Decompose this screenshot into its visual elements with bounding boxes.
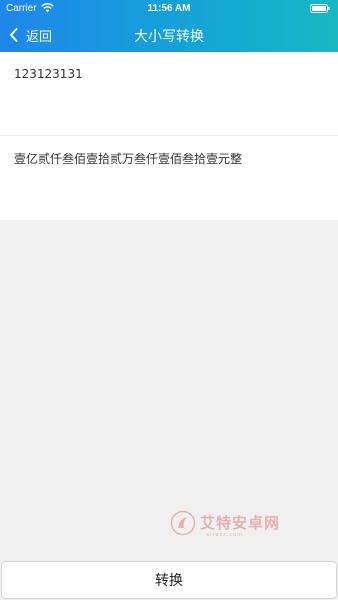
page-title: 大小写转换 (134, 29, 204, 45)
status-time: 11:56 AM (147, 3, 191, 14)
number-input-value: 123123131 (14, 67, 83, 81)
battery-icon (310, 4, 330, 13)
watermark-sub: aitezz.com (206, 532, 244, 538)
convert-button[interactable]: 转换 (1, 561, 337, 599)
app-header: Carrier 11:56 AM 返回 大小写转换 (0, 0, 338, 52)
watermark: 艾特安卓网 aitezz.com (170, 508, 290, 540)
result-output-field[interactable]: 壹亿贰仟叁佰壹拾贰万叁仟壹佰叁拾壹元整 (0, 136, 338, 220)
number-input-field[interactable]: 123123131 (0, 52, 338, 136)
watermark-logo-icon (170, 510, 196, 536)
watermark-text: 艾特安卓网 (200, 514, 281, 532)
result-output-value: 壹亿贰仟叁佰壹拾贰万叁仟壹佰叁拾壹元整 (14, 152, 243, 166)
status-bar: Carrier 11:56 AM (0, 0, 338, 18)
nav-bar: 返回 大小写转换 (0, 18, 338, 52)
